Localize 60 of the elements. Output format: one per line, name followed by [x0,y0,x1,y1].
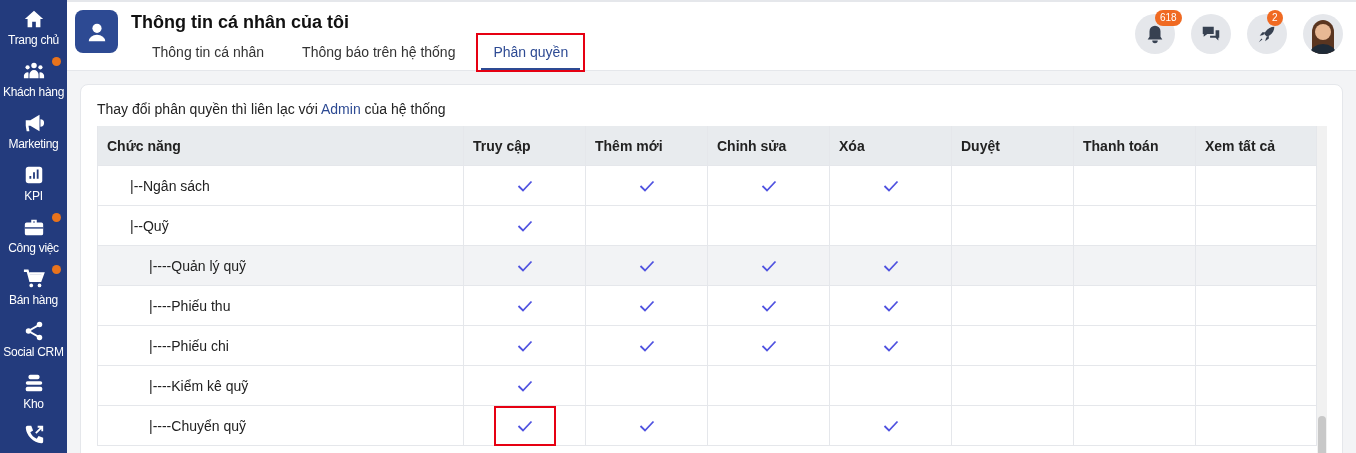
column-header: Truy cập [464,126,586,166]
page-title: Thông tin cá nhân của tôi [131,11,350,34]
rocket-button[interactable] [1247,14,1287,54]
check-icon [882,299,899,312]
nav-item[interactable]: KPI [0,156,67,208]
check-icon [638,179,655,192]
check-icon [516,299,533,312]
check-icon [516,379,533,392]
function-name: |----Chuyển quỹ [148,417,246,434]
notifications-button[interactable] [1135,14,1175,54]
avatar[interactable] [1303,14,1343,54]
check-icon [516,419,533,432]
tab[interactable]: Phân quyền [481,38,581,70]
notice-text: Thay đổi phân quyền thì liên lạc với Admin của hệ thống [97,101,447,117]
check-icon [760,259,777,272]
check-icon [638,419,655,432]
column-header: Xem tất cả [1196,126,1317,166]
column-header: Chỉnh sửa [708,126,830,166]
check-icon [638,299,655,312]
column-header: Thêm mới [586,126,708,166]
check-icon [760,299,777,312]
nav-item[interactable]: Kho [0,364,67,416]
check-icon [516,339,533,352]
home-icon [22,8,45,30]
column-header: Chức năng [98,126,464,166]
cart-icon [22,268,45,290]
check-icon [638,339,655,352]
nav-item[interactable]: Khách hàng [0,52,67,104]
messages-button[interactable] [1191,14,1231,54]
check-icon [882,419,899,432]
check-icon [882,259,899,272]
column-header: Thanh toán [1074,126,1196,166]
column-header: Duyệt [952,126,1074,166]
check-icon [516,179,533,192]
check-icon [638,259,655,272]
nav-item[interactable]: Bán hàng [0,260,67,312]
function-name: |----Phiếu chi [148,337,229,354]
function-name: |--Ngân sách [129,177,210,194]
check-icon [760,179,777,192]
nav-item[interactable]: Trang chủ [0,0,67,52]
count-badge: 618 [1155,10,1182,26]
nav-item[interactable]: Social CRM [0,312,67,364]
nav-item[interactable]: Công việc [0,208,67,260]
count-badge: 2 [1267,10,1283,26]
admin-link[interactable]: Admin [321,101,361,117]
check-icon [882,339,899,352]
function-name: |----Quản lý quỹ [148,257,246,274]
check-icon [760,339,777,352]
profile-icon [75,10,118,53]
column-header: Xóa [830,126,952,166]
check-icon [516,219,533,232]
nav-item[interactable]: Marketing [0,104,67,156]
function-name: |----Phiếu thu [148,297,231,314]
function-name: |----Kiểm kê quỹ [148,377,249,394]
check-icon [516,259,533,272]
tab[interactable]: Thông báo trên hệ thống [290,38,468,70]
tab[interactable]: Thông tin cá nhân [140,38,277,70]
check-icon [882,179,899,192]
scrollbar[interactable] [1317,126,1327,453]
function-name: |--Quỹ [129,217,169,234]
